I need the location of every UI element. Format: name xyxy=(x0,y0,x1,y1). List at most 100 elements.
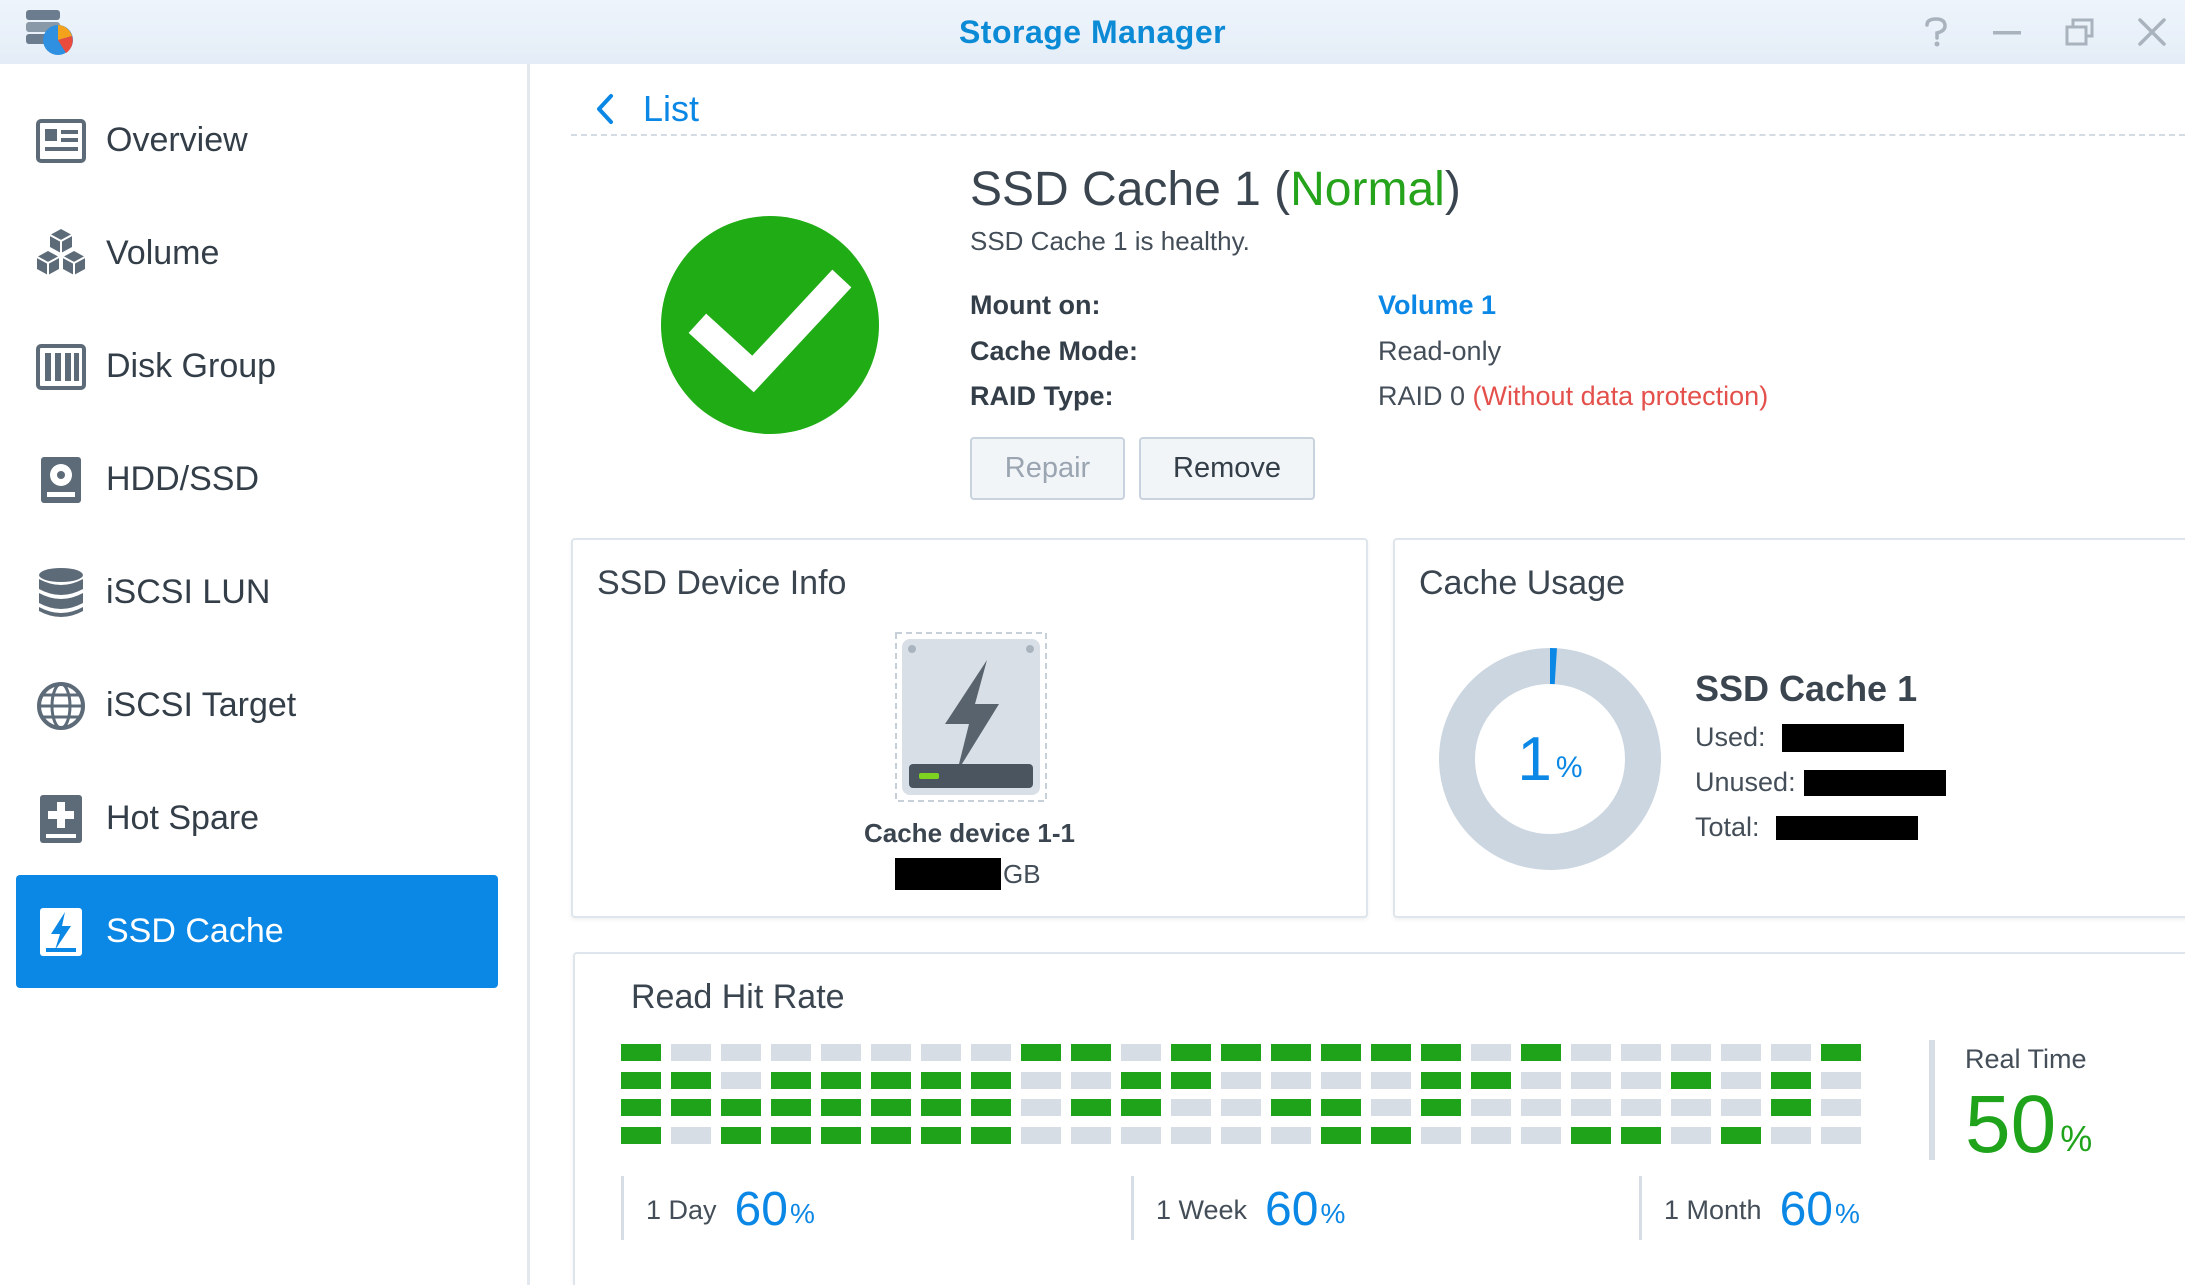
hit-rate-cell xyxy=(1021,1099,1061,1116)
hit-rate-cell xyxy=(1521,1099,1561,1116)
sidebar-item-ssd-cache[interactable]: SSD Cache xyxy=(16,875,498,988)
hit-rate-cell xyxy=(1471,1044,1511,1061)
hit-rate-cell xyxy=(1721,1071,1761,1089)
remove-button[interactable]: Remove xyxy=(1139,437,1315,500)
hit-rate-cell xyxy=(1771,1126,1811,1144)
hit-rate-cell xyxy=(1421,1126,1461,1144)
unused-row: Unused: xyxy=(1695,767,1946,798)
sidebar-item-iscsi-lun[interactable]: iSCSI LUN xyxy=(16,536,498,649)
usage-cache-name: SSD Cache 1 xyxy=(1695,668,1918,709)
realtime-value: 50% xyxy=(1965,1084,2092,1166)
raid-type-label: RAID Type: xyxy=(970,381,1114,411)
hit-rate-cell xyxy=(1271,1044,1311,1061)
ssd-device-icon[interactable] xyxy=(895,632,1047,802)
hit-rate-cell xyxy=(1821,1126,1861,1144)
sidebar-item-label: Disk Group xyxy=(106,347,277,385)
hit-rate-cell xyxy=(1671,1044,1711,1061)
used-row: Used: xyxy=(1695,722,1904,753)
restore-icon xyxy=(2065,18,2094,46)
realtime-number: 50 xyxy=(1965,1079,2057,1170)
sidebar-item-label: Volume xyxy=(106,234,220,272)
hit-rate-cell xyxy=(1271,1071,1311,1089)
total-value-redacted xyxy=(1775,815,1918,840)
hit-rate-cell xyxy=(721,1126,761,1144)
restore-button[interactable] xyxy=(2060,12,2100,52)
sidebar-item-iscsi-target[interactable]: iSCSI Target xyxy=(16,649,498,762)
close-button[interactable] xyxy=(2132,12,2172,52)
hit-rate-cell xyxy=(821,1099,861,1116)
hit-rate-cell xyxy=(1521,1044,1561,1061)
hit-rate-cell xyxy=(1121,1126,1161,1144)
period-1-month: 1 Month 60 % xyxy=(1639,1176,1860,1240)
hit-rate-cell xyxy=(1571,1126,1611,1144)
raid-type-value-group: RAID 0 (Without data protection) xyxy=(1378,381,1768,412)
minimize-icon xyxy=(1993,31,2021,35)
hit-rate-cell xyxy=(1471,1099,1511,1116)
hit-rate-cell xyxy=(1621,1099,1661,1116)
hit-rate-cell xyxy=(1371,1126,1411,1144)
used-label: Used: xyxy=(1695,722,1766,752)
minimize-button[interactable] xyxy=(1987,12,2027,52)
title-paren-close: ) xyxy=(1444,163,1461,216)
hit-rate-cell xyxy=(1821,1044,1861,1061)
repair-button[interactable]: Repair xyxy=(970,437,1125,500)
period-label: 1 Month xyxy=(1664,1195,1762,1225)
hit-rate-cell xyxy=(921,1126,961,1144)
sidebar-item-hot-spare[interactable]: Hot Spare xyxy=(16,762,498,875)
hit-rate-cell xyxy=(671,1071,711,1089)
mount-on-label: Mount on: xyxy=(970,290,1101,320)
hit-rate-cell xyxy=(1121,1044,1161,1061)
ssd-cache-icon xyxy=(34,905,88,959)
hit-rate-cell xyxy=(971,1044,1011,1061)
sidebar-item-disk-group[interactable]: Disk Group xyxy=(16,310,498,423)
help-icon xyxy=(1925,17,1947,47)
hit-rate-cell xyxy=(1221,1071,1261,1089)
cache-mode-value: Read-only xyxy=(1378,336,1502,366)
hit-rate-cell xyxy=(1321,1044,1361,1061)
hit-rate-cell xyxy=(621,1044,661,1061)
cache-status: Normal xyxy=(1290,163,1445,216)
hit-rate-cell xyxy=(1671,1071,1711,1089)
sidebar-item-hdd-ssd[interactable]: HDD/SSD xyxy=(16,423,498,536)
back-to-list-link[interactable]: List xyxy=(593,84,699,134)
hit-rate-cell xyxy=(1621,1044,1661,1061)
hit-rate-cell xyxy=(871,1099,911,1116)
hit-rate-cell xyxy=(1271,1099,1311,1116)
hit-rate-cell xyxy=(1071,1044,1111,1061)
hit-rate-cell xyxy=(871,1044,911,1061)
device-size-redacted xyxy=(895,858,1001,890)
cache-title: SSD Cache 1 (Normal) xyxy=(970,162,1461,217)
hit-rate-cell xyxy=(1771,1099,1811,1116)
raid-warning: (Without data protection) xyxy=(1472,381,1769,411)
hit-rate-cell xyxy=(1671,1126,1711,1144)
period-1-day: 1 Day 60 % xyxy=(621,1176,815,1240)
hit-rate-cell xyxy=(1521,1126,1561,1144)
period-value: 60 xyxy=(734,1183,788,1236)
realtime-label: Real Time xyxy=(1965,1044,2087,1074)
sidebar-item-label: Overview xyxy=(106,121,248,159)
hit-rate-cell xyxy=(621,1071,661,1089)
hit-rate-cell xyxy=(721,1099,761,1116)
hit-rate-cell xyxy=(1471,1071,1511,1089)
total-label: Total: xyxy=(1695,812,1760,842)
sidebar-item-overview[interactable]: Overview xyxy=(16,84,498,197)
total-row: Total: xyxy=(1695,812,1918,843)
help-button[interactable] xyxy=(1916,12,1956,52)
cache-mode-label: Cache Mode: xyxy=(970,336,1139,366)
hot-spare-icon xyxy=(34,792,88,846)
unused-label: Unused: xyxy=(1695,767,1796,797)
healthy-check-icon xyxy=(661,216,879,434)
hit-rate-cell xyxy=(1071,1099,1111,1116)
overview-icon xyxy=(34,114,88,168)
hit-rate-cell xyxy=(1421,1044,1461,1061)
hit-rate-cell xyxy=(771,1126,811,1144)
read-hit-rate-title: Read Hit Rate xyxy=(631,978,845,1016)
cache-name: SSD Cache 1 xyxy=(970,163,1261,216)
hit-rate-cell xyxy=(1721,1044,1761,1061)
window-title: Storage Manager xyxy=(958,14,1227,50)
sidebar-item-volume[interactable]: Volume xyxy=(16,197,498,310)
hit-rate-cell xyxy=(871,1071,911,1089)
hit-rate-cell xyxy=(921,1044,961,1061)
usage-percent: 1% xyxy=(1439,648,1661,870)
mount-on-volume-link[interactable]: Volume 1 xyxy=(1378,290,1496,321)
